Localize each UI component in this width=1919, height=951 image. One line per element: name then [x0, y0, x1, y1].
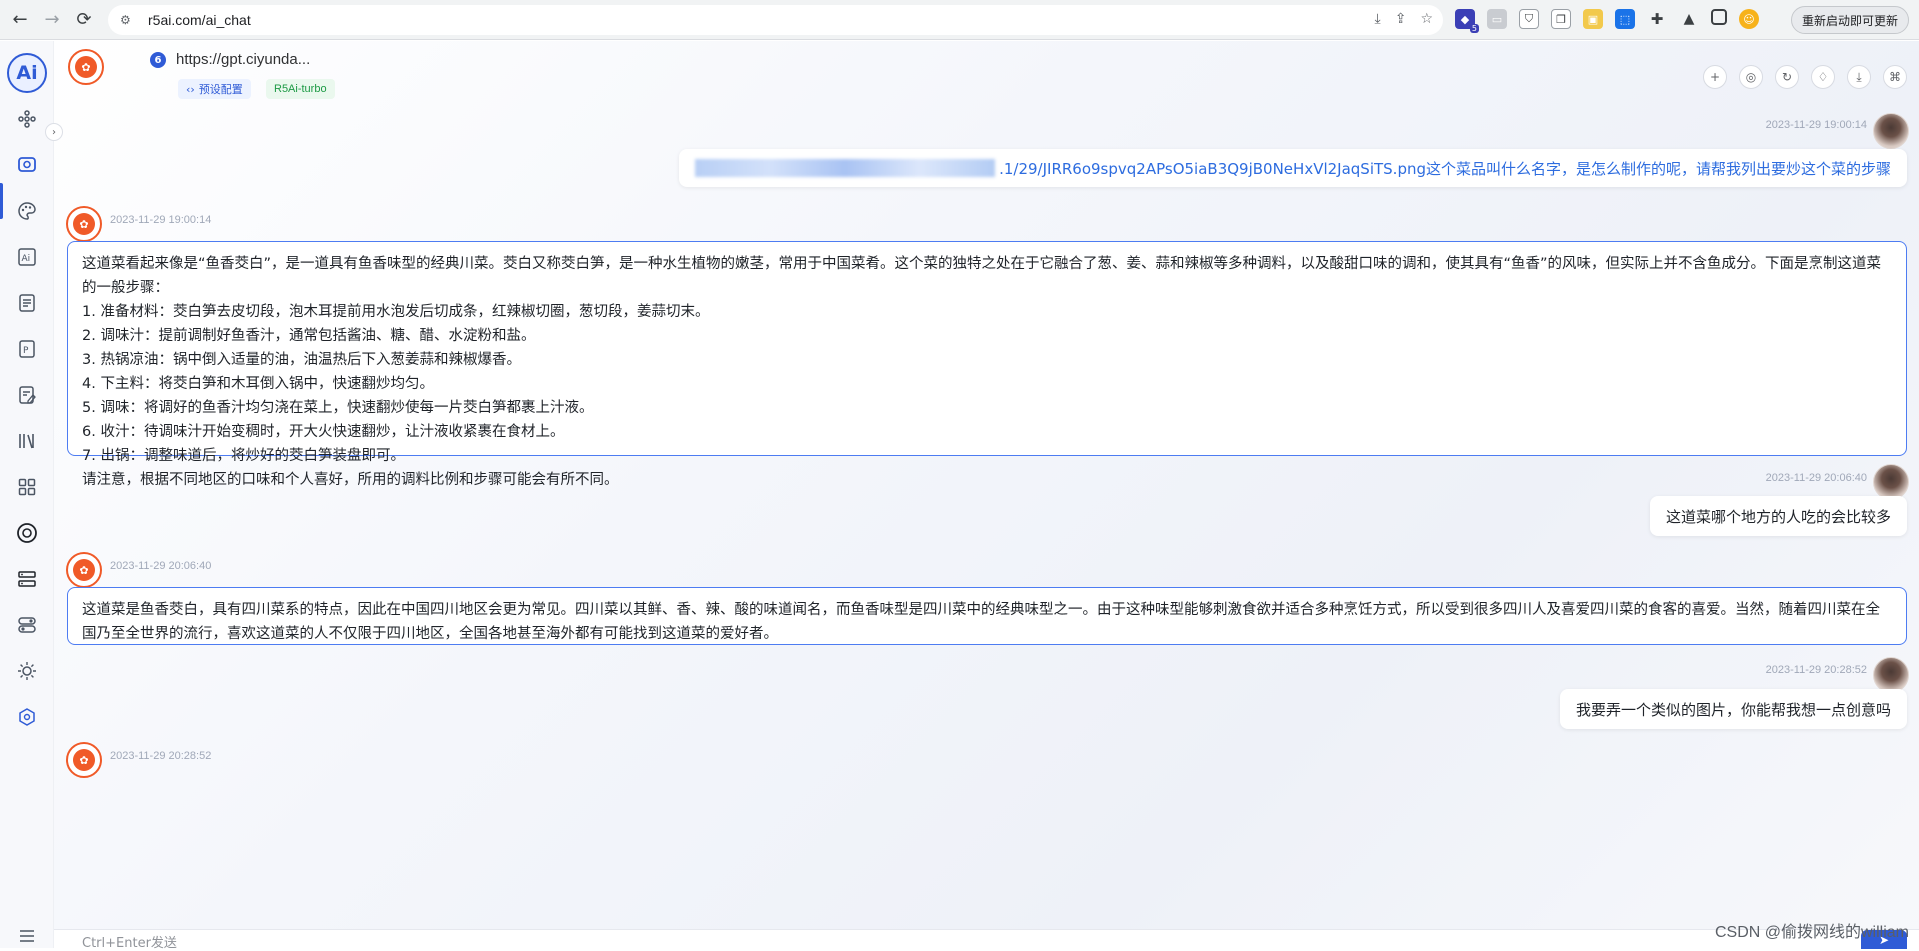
- theme-sun-icon[interactable]: [14, 658, 40, 684]
- bot-avatar: ✿: [66, 206, 102, 242]
- apps-icon[interactable]: [14, 474, 40, 500]
- bot-message-line: 请注意，根据不同地区的口味和个人喜好，所用的调料比例和步骤可能会有所不同。: [82, 472, 619, 488]
- preset-config-tag[interactable]: ‹› 预设配置: [178, 79, 251, 99]
- chat-input-bar: Ctrl+Enter发送 ➤: [54, 929, 1919, 951]
- user-avatar: [1873, 113, 1909, 149]
- back-icon[interactable]: ←: [8, 8, 32, 32]
- command-icon[interactable]: ⌘: [1883, 65, 1907, 89]
- url-text[interactable]: r5ai.com/ai_chat: [148, 12, 251, 28]
- ai-icon[interactable]: Ai: [14, 244, 40, 270]
- server-icon[interactable]: [14, 566, 40, 592]
- chat-input[interactable]: Ctrl+Enter发送: [82, 932, 177, 951]
- extension-icon[interactable]: ▲: [1679, 9, 1699, 29]
- chat-icon[interactable]: [14, 152, 40, 178]
- chat-header: ✿ 6 https://gpt.ciyunda... ‹› 预设配置 R5Ai-t…: [54, 41, 1919, 109]
- redacted-url-blur: [695, 159, 996, 177]
- chat-bubble-icon[interactable]: ◎: [1739, 65, 1763, 89]
- site-info-icon[interactable]: ⚙: [120, 13, 134, 27]
- bot-message-line: 1. 准备材料：茭白笋去皮切段，泡木耳提前用水泡发后切成条，红辣椒切圈，葱切段，…: [82, 304, 710, 320]
- message-timestamp: 2023-11-29 20:06:40: [1765, 472, 1867, 484]
- code-icon: ‹›: [186, 82, 195, 96]
- forward-icon[interactable]: →: [40, 8, 64, 32]
- openai-logo-icon: ✿: [73, 749, 95, 771]
- bot-message-line: 2. 调味汁：提前调制好鱼香汁，通常包括酱油、糖、醋、水淀粉和盐。: [82, 328, 536, 344]
- refresh-icon[interactable]: ↻: [1775, 65, 1799, 89]
- message-timestamp: 2023-11-29 19:00:14: [1765, 119, 1867, 131]
- openai-icon[interactable]: [14, 520, 40, 546]
- message-timestamp: 2023-11-29 20:28:52: [110, 750, 212, 762]
- profile-avatar[interactable]: ☺: [1739, 9, 1759, 29]
- bot-message: 这道菜看起来像是“鱼香茭白”，是一道具有鱼香味型的经典川菜。茭白又称茭白笋，是一…: [67, 241, 1907, 488]
- browser-toolbar: ← → ⟳ ⚙ r5ai.com/ai_chat ⤓ ⇪ ☆ ◆ 5 ▭ ⛉ ❐ …: [0, 0, 1919, 40]
- user-message[interactable]: 我要弄一个类似的图片，你能帮我想一点创意吗: [1559, 689, 1907, 729]
- bot-message-line: 5. 调味：将调好的鱼香汁均匀浇在菜上，快速翻炒使每一片茭白笋都裹上汁液。: [82, 400, 594, 416]
- extension-icon[interactable]: ⬚: [1615, 9, 1635, 29]
- shield-icon[interactable]: ⛉: [1519, 9, 1539, 29]
- bot-message-line: 4. 下主料：将茭白笋和木耳倒入锅中，快速翻炒均匀。: [82, 376, 434, 392]
- clear-icon[interactable]: ♢: [1811, 65, 1835, 89]
- toggle-icon[interactable]: [14, 612, 40, 638]
- message-list: 2023-11-29 19:00:14 .1/29/JIRR6o9spvq2AP…: [54, 109, 1919, 929]
- extension-icon[interactable]: ◆ 5: [1455, 9, 1479, 33]
- bot-message: 这道菜是鱼香茭白，具有四川菜系的特点，因此在中国四川地区会更为常见。四川菜以其鲜…: [67, 587, 1907, 645]
- app-root: Ai › Ai P ✿ 6 https://gpt.ciyunda... ‹› …: [0, 41, 1919, 951]
- user-avatar: [1873, 657, 1909, 693]
- extensions-bar: ◆ 5 ▭ ⛉ ❐ ▣ ⬚ ✚ ▲ ☺: [1455, 9, 1759, 33]
- chat-title: https://gpt.ciyunda...: [176, 51, 311, 68]
- user-message-text[interactable]: .1/29/JIRR6o9spvq2APsO5iaB3Q9jB0NeHxVl2J…: [999, 158, 1891, 179]
- openai-logo-icon: ✿: [73, 559, 95, 581]
- restart-update-button[interactable]: 重新启动即可更新: [1790, 6, 1909, 34]
- settings-hex-icon[interactable]: [14, 704, 40, 730]
- user-avatar: [1873, 464, 1909, 500]
- openai-logo-icon: ✿: [73, 213, 95, 235]
- svg-text:Ai: Ai: [22, 254, 31, 264]
- install-icon[interactable]: ⤓: [1375, 11, 1381, 27]
- openai-logo-icon: ✿: [75, 56, 97, 78]
- bot-message-line: 3. 热锅凉油：锅中倒入适量的油，油温热后下入葱姜蒜和辣椒爆香。: [82, 352, 521, 368]
- watermark: CSDN @偷拨网线的william: [1714, 924, 1909, 941]
- new-chat-icon[interactable]: +: [1703, 65, 1727, 89]
- user-message[interactable]: 这道菜哪个地方的人吃的会比较多: [1649, 496, 1907, 536]
- message-timestamp: 2023-11-29 19:00:14: [110, 214, 212, 226]
- extension-icon[interactable]: ▭: [1487, 9, 1507, 29]
- address-bar[interactable]: ⚙ r5ai.com/ai_chat ⤓ ⇪ ☆: [108, 5, 1443, 35]
- message-timestamp: 2023-11-29 20:06:40: [110, 560, 212, 572]
- document-icon[interactable]: [14, 290, 40, 316]
- svg-text:P: P: [23, 346, 29, 356]
- reload-icon[interactable]: ⟳: [72, 8, 96, 32]
- bot-avatar: ✿: [66, 742, 102, 778]
- bot-avatar: ✿: [66, 552, 102, 588]
- apps-grid-icon[interactable]: [14, 106, 40, 132]
- library-icon[interactable]: [14, 428, 40, 454]
- header-actions: + ◎ ↻ ♢ ⤓ ⌘: [1703, 65, 1907, 89]
- extension-icon[interactable]: ❐: [1551, 9, 1571, 29]
- ppt-icon[interactable]: P: [14, 336, 40, 362]
- download-icon[interactable]: ⤓: [1847, 65, 1871, 89]
- bot-message-line: 6. 收汁：待调味汁开始变稠时，开大火快速翻炒，让汁液收紧裹在食材上。: [82, 424, 565, 440]
- app-logo[interactable]: Ai: [7, 53, 47, 93]
- user-message: .1/29/JIRR6o9spvq2APsO5iaB3Q9jB0NeHxVl2J…: [679, 149, 1907, 187]
- bot-avatar: ✿: [68, 49, 104, 85]
- extension-badge: 5: [1469, 24, 1479, 33]
- bot-message-line: 这道菜是鱼香茭白，具有四川菜系的特点，因此在中国四川地区会更为常见。四川菜以其鲜…: [82, 602, 1880, 642]
- model-tag[interactable]: R5Ai-turbo: [266, 79, 335, 99]
- extension-icon[interactable]: ▣: [1583, 9, 1603, 29]
- menu-icon[interactable]: [14, 926, 40, 946]
- sidebar: Ai › Ai P: [0, 41, 63, 948]
- message-timestamp: 2023-11-29 20:28:52: [1765, 664, 1867, 676]
- sidepanel-icon[interactable]: [1711, 9, 1727, 25]
- bookmark-star-icon[interactable]: ☆: [1420, 11, 1433, 27]
- puzzle-icon[interactable]: ✚: [1647, 9, 1667, 29]
- bot-message-line: 这道菜看起来像是“鱼香茭白”，是一道具有鱼香味型的经典川菜。茭白又称茭白笋，是一…: [82, 256, 1882, 296]
- share-icon[interactable]: ⇪: [1395, 11, 1407, 27]
- bot-message-line: 7. 出锅：调整味道后，将炒好的茭白笋装盘即可。: [82, 448, 405, 464]
- edit-document-icon[interactable]: [14, 382, 40, 408]
- active-indicator: [0, 183, 3, 219]
- preset-config-label: 预设配置: [198, 83, 243, 96]
- unread-badge: 6: [150, 52, 166, 68]
- palette-icon[interactable]: [14, 198, 40, 224]
